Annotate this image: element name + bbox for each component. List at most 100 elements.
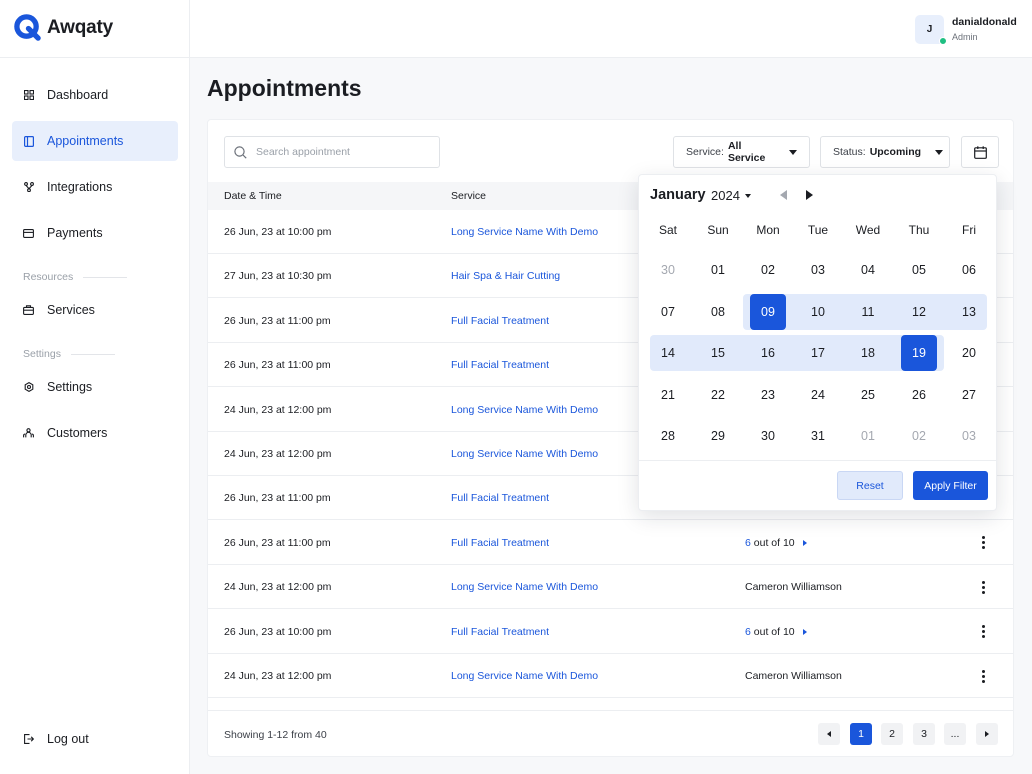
calendar-next-month-button[interactable] [806,190,813,200]
weekday-label: Mon [756,223,780,237]
calendar-day[interactable]: 30 [750,418,786,454]
row-date: 24 Jun, 23 at 12:00 pm [224,670,332,682]
calendar-day[interactable]: 22 [700,377,736,413]
row-date: 27 Jun, 23 at 10:30 pm [224,270,332,283]
service-filter-dropdown[interactable]: Service: All Service [673,136,810,168]
pagination-ellipsis[interactable]: ... [944,723,966,745]
more-options-icon[interactable] [976,534,990,552]
row-service-link[interactable]: Hair Spa & Hair Cutting [451,270,560,282]
pagination-prev-button[interactable] [818,723,840,745]
calendar-day[interactable]: 18 [850,335,886,371]
brand-name: Awqaty [47,16,114,38]
calendar-day[interactable]: 01 [850,418,886,454]
table-row[interactable]: 26 Jun, 23 at 10:00 pm Full Facial Treatm… [208,610,1013,654]
caret-right-icon [802,540,807,547]
more-options-icon[interactable] [976,623,990,641]
row-service-link[interactable]: Long Service Name With Demo [451,404,598,416]
table-row[interactable]: 24 Jun, 23 at 12:00 pm Long Service Name … [208,565,1013,610]
table-row[interactable]: 24 Jun, 23 at 12:00 pm Long Service Name … [208,654,1013,698]
sidebar-item-integrations[interactable]: Integrations [12,167,178,207]
row-service-link[interactable]: Long Service Name With Demo [451,226,598,238]
more-options-icon[interactable] [976,667,990,685]
sidebar-item-label: Dashboard [47,88,109,102]
calendar-day[interactable]: 30 [650,252,686,288]
calendar-day[interactable]: 20 [951,335,987,371]
calendar-day[interactable]: 01 [700,252,736,288]
column-header-date[interactable]: Date & Time [224,190,282,202]
calendar-day[interactable]: 09 [750,294,786,330]
more-options-icon[interactable] [976,578,990,596]
calendar-day[interactable]: 25 [850,377,886,413]
sidebar-item-settings[interactable]: Settings [12,367,178,407]
gear-icon [23,382,34,393]
status-filter-dropdown[interactable]: Status: Upcoming [820,136,950,168]
sidebar-item-customers[interactable]: Customers [12,413,178,453]
calendar-day[interactable]: 11 [850,294,886,330]
pagination-page-2[interactable]: 2 [881,723,903,745]
calendar-day[interactable]: 03 [951,418,987,454]
calendar-year-dropdown[interactable]: 2024 [711,188,751,203]
calendar-day[interactable]: 21 [650,377,686,413]
row-service-link[interactable]: Full Facial Treatment [451,315,549,327]
row-service-link[interactable]: Full Facial Treatment [451,492,549,504]
calendar-icon [973,145,987,159]
row-customer-count[interactable]: 6 out of 10 [745,626,807,638]
pagination-next-button[interactable] [976,723,998,745]
calendar-day[interactable]: 02 [750,252,786,288]
calendar-day[interactable]: 10 [800,294,836,330]
search-input[interactable] [256,146,426,158]
pagination-page-3[interactable]: 3 [913,723,935,745]
table-row[interactable]: 26 Jun, 23 at 11:00 pm Full Facial Treatm… [208,521,1013,565]
apply-filter-button[interactable]: Apply Filter [913,471,988,500]
calendar-day[interactable]: 31 [800,418,836,454]
row-service-link[interactable]: Full Facial Treatment [451,359,549,371]
sidebar-item-payments[interactable]: Payments [12,213,178,253]
column-header-service[interactable]: Service [451,190,486,202]
calendar-day[interactable]: 14 [650,335,686,371]
calendar-day[interactable]: 07 [650,294,686,330]
payments-icon [23,228,34,239]
row-customer-count[interactable]: 6 out of 10 [745,537,807,549]
calendar-day[interactable]: 17 [800,335,836,371]
calendar-day[interactable]: 15 [700,335,736,371]
calendar-day[interactable]: 23 [750,377,786,413]
calendar-day[interactable]: 05 [901,252,937,288]
search-box[interactable] [224,136,440,168]
row-service-link[interactable]: Long Service Name With Demo [451,448,598,460]
calendar-day[interactable]: 27 [951,377,987,413]
calendar-day[interactable]: 28 [650,418,686,454]
user-name[interactable]: danialdonald [952,16,1017,28]
avatar[interactable]: J [915,15,947,45]
sidebar-item-appointments[interactable]: Appointments [12,121,178,161]
row-service-link[interactable]: Long Service Name With Demo [451,581,598,593]
pagination-page-1[interactable]: 1 [850,723,872,745]
calendar-month[interactable]: January [650,187,706,203]
calendar-day[interactable]: 03 [800,252,836,288]
calendar-day[interactable]: 16 [750,335,786,371]
sidebar-item-services[interactable]: Services [12,290,178,330]
sidebar-item-dashboard[interactable]: Dashboard [12,75,178,115]
reset-button[interactable]: Reset [837,471,903,500]
calendar-day[interactable]: 02 [901,418,937,454]
row-date: 26 Jun, 23 at 11:00 pm [224,314,331,327]
calendar-prev-month-button[interactable] [780,190,787,200]
row-service-link[interactable]: Full Facial Treatment [451,626,549,638]
calendar-day[interactable]: 24 [800,377,836,413]
calendar-day[interactable]: 29 [700,418,736,454]
calendar-day[interactable]: 08 [700,294,736,330]
calendar-day[interactable]: 06 [951,252,987,288]
sidebar-item-label: Services [47,303,95,317]
row-service-link[interactable]: Long Service Name With Demo [451,670,598,682]
row-date: 24 Jun, 23 at 12:00 pm [224,448,332,460]
date-filter-button[interactable] [961,136,999,168]
calendar-day[interactable]: 19 [901,335,937,371]
calendar-panel-icon [23,135,34,147]
calendar-day[interactable]: 04 [850,252,886,288]
briefcase-icon [23,305,34,316]
calendar-day[interactable]: 12 [901,294,937,330]
logout-button[interactable]: Log out [12,719,178,759]
calendar-day[interactable]: 26 [901,377,937,413]
row-service-link[interactable]: Full Facial Treatment [451,537,549,549]
brand-logo[interactable]: Awqaty [14,14,113,41]
calendar-day[interactable]: 13 [951,294,987,330]
